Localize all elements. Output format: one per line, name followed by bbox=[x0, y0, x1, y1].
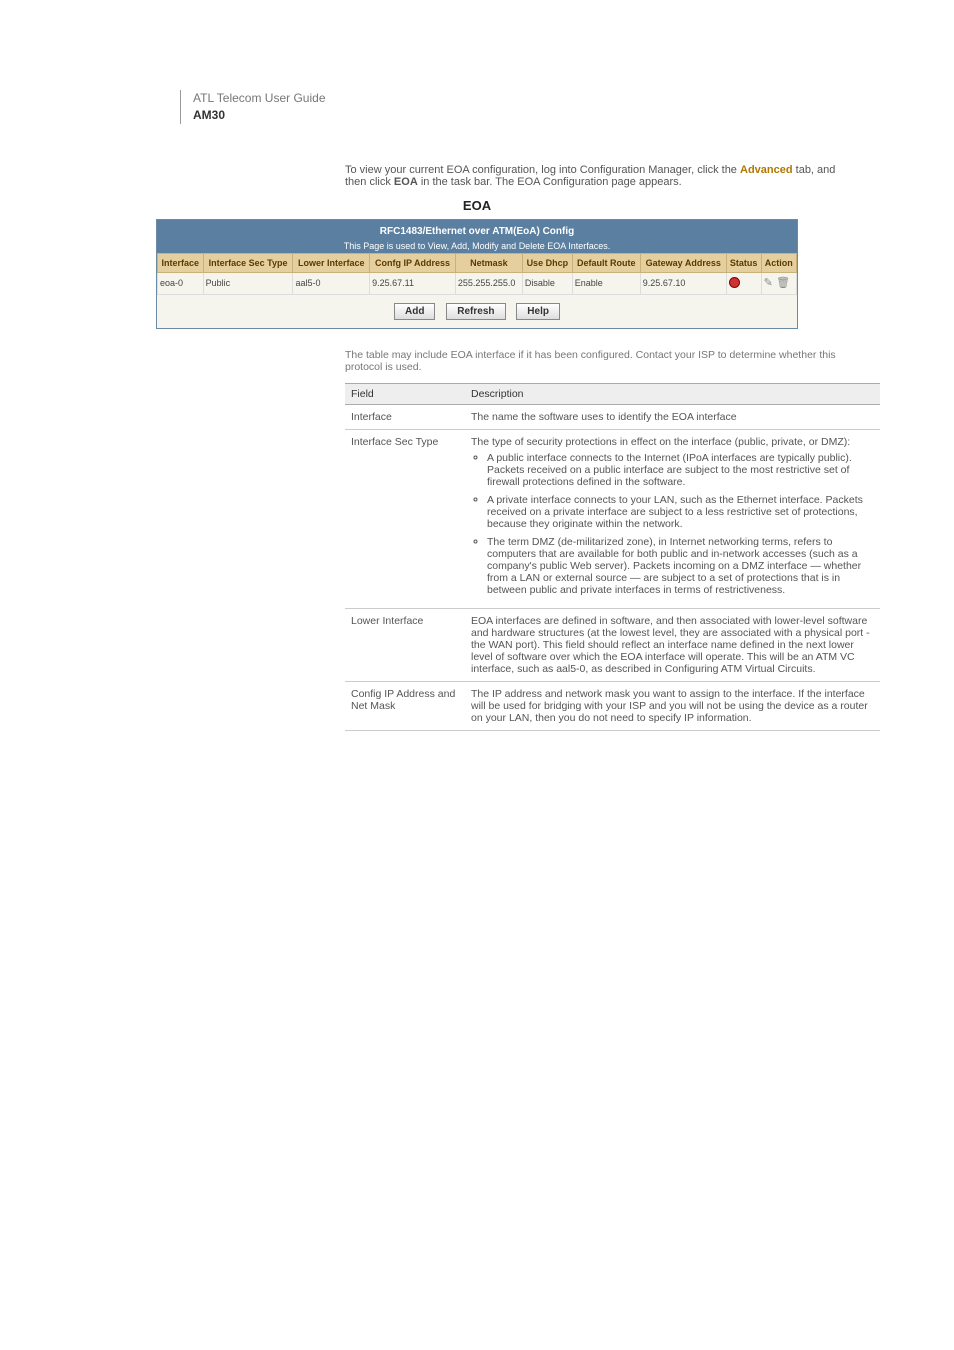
cell-lower: aal5-0 bbox=[293, 272, 370, 294]
delete-icon[interactable]: 🗑 bbox=[776, 278, 786, 288]
field-desc: The name the software uses to identify t… bbox=[471, 411, 874, 423]
cell-status bbox=[726, 272, 761, 294]
col-sec-type: Interface Sec Type bbox=[203, 253, 293, 272]
status-dot-icon bbox=[729, 277, 740, 288]
eoa-caption: EOA bbox=[100, 198, 854, 213]
below-panel-text: The table may include EOA interface if i… bbox=[345, 349, 854, 373]
cell-gw: 9.25.67.10 bbox=[640, 272, 726, 294]
col-gateway: Gateway Address bbox=[640, 253, 726, 272]
field-row-config-ip: Config IP Address and Net Mask The IP ad… bbox=[345, 682, 880, 731]
model-name: AM30 bbox=[193, 107, 854, 124]
field-name: Lower Interface bbox=[351, 615, 471, 675]
col-confg-ip: Confg IP Address bbox=[370, 253, 456, 272]
doc-header: ATL Telecom User Guide AM30 bbox=[180, 90, 854, 124]
cell-interface: eoa-0 bbox=[158, 272, 204, 294]
field-row-sec-type: Interface Sec Type The type of security … bbox=[345, 430, 880, 609]
add-button[interactable]: Add bbox=[394, 303, 435, 320]
field-desc: The IP address and network mask you want… bbox=[471, 688, 874, 724]
field-name: Interface Sec Type bbox=[351, 436, 471, 602]
col-use-dhcp: Use Dhcp bbox=[522, 253, 572, 272]
table-header-row: Interface Interface Sec Type Lower Inter… bbox=[158, 253, 797, 272]
col-action: Action bbox=[761, 253, 796, 272]
col-lower: Lower Interface bbox=[293, 253, 370, 272]
eoa-config-panel: RFC1483/Ethernet over ATM(EoA) Config Th… bbox=[156, 219, 798, 329]
table-row: eoa-0 Public aal5-0 9.25.67.11 255.255.2… bbox=[158, 272, 797, 294]
panel-header: RFC1483/Ethernet over ATM(EoA) Config Th… bbox=[157, 220, 797, 253]
list-item: A public interface connects to the Inter… bbox=[487, 452, 874, 488]
field-table-header: Field Description bbox=[345, 384, 880, 405]
cell-ip: 9.25.67.11 bbox=[370, 272, 456, 294]
intro-paragraph: To view your current EOA configuration, … bbox=[345, 164, 854, 188]
panel-title: RFC1483/Ethernet over ATM(EoA) Config bbox=[161, 226, 793, 237]
edit-icon[interactable]: ✎ bbox=[764, 278, 774, 288]
eoa-link-label: EOA bbox=[394, 176, 418, 188]
guide-name: ATL Telecom User Guide bbox=[193, 90, 854, 107]
field-desc: EOA interfaces are defined in software, … bbox=[471, 615, 874, 675]
panel-subtitle: This Page is used to View, Add, Modify a… bbox=[161, 241, 793, 251]
list-item: A private interface connects to your LAN… bbox=[487, 494, 874, 530]
help-button[interactable]: Help bbox=[516, 303, 560, 320]
field-definitions-table: Field Description Interface The name the… bbox=[345, 383, 880, 731]
advanced-tab-label: Advanced bbox=[740, 164, 793, 176]
field-row-lower-interface: Lower Interface EOA interfaces are defin… bbox=[345, 609, 880, 682]
cell-sec: Public bbox=[203, 272, 293, 294]
col-interface: Interface bbox=[158, 253, 204, 272]
field-desc: The type of security protections in effe… bbox=[471, 436, 874, 602]
cell-mask: 255.255.255.0 bbox=[455, 272, 522, 294]
col-netmask: Netmask bbox=[455, 253, 522, 272]
sec-type-list: A public interface connects to the Inter… bbox=[471, 452, 874, 596]
refresh-button[interactable]: Refresh bbox=[446, 303, 505, 320]
eoa-table: Interface Interface Sec Type Lower Inter… bbox=[157, 253, 797, 295]
cell-dhcp: Disable bbox=[522, 272, 572, 294]
description-col-header: Description bbox=[471, 388, 874, 400]
button-row: Add Refresh Help bbox=[157, 295, 797, 328]
field-row-interface: Interface The name the software uses to … bbox=[345, 405, 880, 430]
cell-action: ✎ 🗑 bbox=[761, 272, 796, 294]
list-item: The term DMZ (de-militarized zone), in I… bbox=[487, 536, 874, 596]
cell-route: Enable bbox=[572, 272, 640, 294]
col-status: Status bbox=[726, 253, 761, 272]
field-name: Interface bbox=[351, 411, 471, 423]
col-def-route: Default Route bbox=[572, 253, 640, 272]
field-name: Config IP Address and Net Mask bbox=[351, 688, 471, 724]
field-col-header: Field bbox=[351, 388, 471, 400]
